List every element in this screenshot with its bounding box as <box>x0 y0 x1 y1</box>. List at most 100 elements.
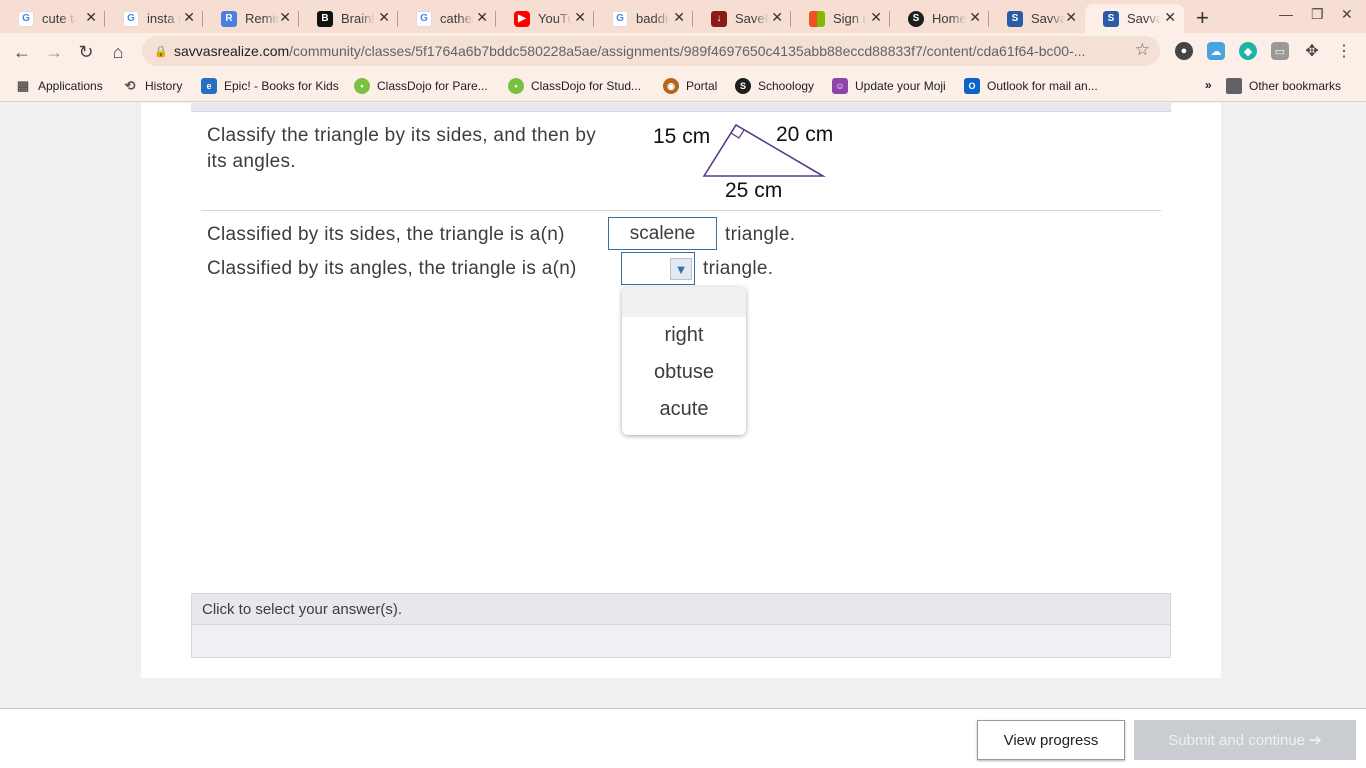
dropdown-option-acute[interactable]: acute <box>622 391 746 428</box>
angles-select[interactable]: ▼ <box>621 252 695 285</box>
angles-dropdown-menu: right obtuse acute <box>622 287 746 435</box>
angles-suffix: triangle. <box>703 258 774 279</box>
back-arrow-icon[interactable]: ← <box>10 40 34 64</box>
submit-continue-button[interactable]: Submit and continue ➔ <box>1134 720 1356 760</box>
google-icon: G <box>18 10 34 27</box>
google-icon: G <box>416 10 432 27</box>
close-icon[interactable]: ✕ <box>969 9 981 26</box>
dropdown-arrow-icon[interactable]: ▼ <box>670 258 692 280</box>
hint-bar: Click to select your answer(s). <box>191 593 1171 625</box>
close-icon[interactable]: ✕ <box>378 9 390 26</box>
bookmark-portal[interactable]: ◉ Portal <box>663 78 717 94</box>
tab-12-active[interactable]: S Savva ✕ <box>1085 4 1184 33</box>
bookmark-moji[interactable]: ☺ Update your Moji <box>832 78 946 94</box>
tab-1[interactable]: G cute te ✕ <box>0 4 105 33</box>
view-progress-button[interactable]: View progress <box>977 720 1125 760</box>
forward-arrow-icon[interactable]: → <box>42 40 66 64</box>
tab-4[interactable]: B Brainly ✕ <box>299 4 398 33</box>
portal-icon: ◉ <box>663 78 679 94</box>
extension-cloud-icon[interactable]: ☁ <box>1207 42 1225 60</box>
savvas-icon: S <box>1007 10 1023 27</box>
tab-title: cather <box>440 11 474 26</box>
bookmark-label: Schoology <box>758 79 815 93</box>
bookmark-outlook[interactable]: O Outlook for mail an... <box>964 78 1098 94</box>
close-icon[interactable]: ✕ <box>279 9 291 26</box>
tab-9[interactable]: Sign in ✕ <box>791 4 890 33</box>
bookmark-star-icon[interactable]: ☆ <box>1135 40 1150 60</box>
close-icon[interactable]: ✕ <box>870 9 882 26</box>
footer-bar: View progress Submit and continue ➔ <box>0 708 1366 768</box>
google-icon: G <box>612 10 628 27</box>
dropdown-option-obtuse[interactable]: obtuse <box>622 354 746 391</box>
triangle-svg: 15 cm 20 cm 25 cm <box>653 123 833 202</box>
close-icon[interactable]: ✕ <box>771 9 783 26</box>
history-icon: ⟲ <box>124 78 136 93</box>
url-text[interactable]: savvasrealize.com/community/classes/5f17… <box>174 43 1114 59</box>
tab-3[interactable]: R Remin ✕ <box>203 4 299 33</box>
page-content: Classify the triangle by its sides, and … <box>0 103 1366 768</box>
extension-cast-icon[interactable]: ▭ <box>1271 42 1289 60</box>
tab-10[interactable]: S Home ✕ <box>890 4 989 33</box>
tab-title: SaveF <box>735 11 769 26</box>
bookmark-schoology[interactable]: S Schoology <box>735 78 814 94</box>
close-icon[interactable]: ✕ <box>1065 9 1077 26</box>
hint-bar-lower <box>191 625 1171 658</box>
bookmark-other[interactable]: Other bookmarks <box>1226 78 1341 94</box>
bookmark-epic[interactable]: e Epic! - Books for Kids <box>201 78 339 94</box>
close-icon[interactable]: ✕ <box>574 9 586 26</box>
minimize-icon[interactable]: — <box>1279 6 1293 22</box>
bookmarks-overflow-chevron-icon[interactable]: » <box>1205 78 1212 92</box>
dropdown-option-right[interactable]: right <box>622 317 746 354</box>
window-close-icon[interactable]: ✕ <box>1341 6 1353 23</box>
side-bottom-label: 25 cm <box>725 179 782 202</box>
bookmark-label: History <box>145 79 183 93</box>
tab-5[interactable]: G cather ✕ <box>398 4 496 33</box>
tab-11[interactable]: S Savva ✕ <box>989 4 1085 33</box>
outlook-icon: O <box>964 78 980 94</box>
youtube-icon: ▶ <box>514 10 530 27</box>
reload-icon[interactable]: ↻ <box>74 40 98 64</box>
question-prompt: Classify the triangle by its sides, and … <box>207 125 597 172</box>
tab-title: Sign in <box>833 11 867 26</box>
triangle-diagram: 15 cm 20 cm 25 cm <box>646 115 856 205</box>
bookmarks-bar: ▦ Applications ⟲ History e Epic! - Books… <box>0 71 1366 102</box>
url-path: /community/classes/5f1764a6b7bddc580228a… <box>289 43 1086 59</box>
bookmark-label: ClassDojo for Stud... <box>531 79 642 93</box>
sides-answer-box[interactable]: scalene <box>608 217 717 250</box>
close-icon[interactable]: ✕ <box>476 9 488 26</box>
tab-title: cute te <box>42 11 76 26</box>
restore-icon[interactable]: ❐ <box>1311 6 1324 23</box>
browser-toolbar: ← → ↻ ⌂ 🔒 savvasrealize.com/community/cl… <box>0 33 1366 71</box>
savefrom-icon: ↓ <box>711 10 727 27</box>
extension-shield-icon[interactable]: ◆ <box>1239 42 1257 60</box>
extension-ghost-icon[interactable]: ● <box>1175 42 1193 60</box>
bookmark-applications[interactable]: ▦ Applications <box>15 78 103 94</box>
close-icon[interactable]: ✕ <box>1164 9 1176 26</box>
bookmark-history[interactable]: ⟲ History <box>122 78 183 94</box>
remind-icon: R <box>221 10 237 27</box>
tab-title: Remin <box>245 11 279 26</box>
close-icon[interactable]: ✕ <box>85 9 97 26</box>
tab-6[interactable]: ▶ YouTu ✕ <box>496 4 594 33</box>
new-tab-plus-icon[interactable]: + <box>1196 5 1209 31</box>
question-card: Classify the triangle by its sides, and … <box>141 103 1221 678</box>
divider <box>201 210 1161 211</box>
address-bar[interactable]: 🔒 savvasrealize.com/community/classes/5f… <box>142 36 1160 66</box>
bookmark-label: Applications <box>38 79 103 93</box>
menu-kebab-icon[interactable]: ⋮ <box>1335 42 1353 60</box>
apps-grid-icon: ▦ <box>16 78 30 93</box>
close-icon[interactable]: ✕ <box>183 9 195 26</box>
bookmark-classdojo-students[interactable]: • ClassDojo for Stud... <box>508 78 641 94</box>
bookmark-classdojo-parents[interactable]: • ClassDojo for Pare... <box>354 78 488 94</box>
extensions-puzzle-icon[interactable]: ✥ <box>1303 42 1321 60</box>
tab-2[interactable]: G insta t ✕ <box>105 4 203 33</box>
tab-8[interactable]: ↓ SaveF ✕ <box>693 4 791 33</box>
home-icon[interactable]: ⌂ <box>106 40 130 64</box>
tab-7[interactable]: G baddie ✕ <box>594 4 693 33</box>
folder-icon <box>1226 78 1242 94</box>
microsoft-icon <box>809 10 825 27</box>
dropdown-option-blank[interactable] <box>622 287 746 317</box>
tab-title: Brainly <box>341 11 375 26</box>
lock-icon: 🔒 <box>154 45 168 58</box>
close-icon[interactable]: ✕ <box>673 9 685 26</box>
